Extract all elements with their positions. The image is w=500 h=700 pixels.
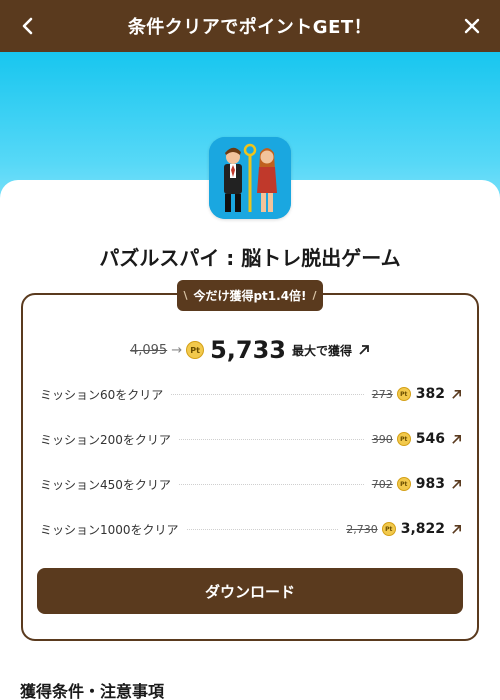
- dotted-leader: [171, 393, 364, 395]
- dotted-leader: [186, 528, 339, 530]
- arrow-up-right-icon[interactable]: [451, 434, 462, 445]
- dotted-leader: [178, 438, 364, 440]
- point-coin-icon: Pt: [396, 387, 411, 401]
- total-new-points: 5,733: [210, 336, 287, 364]
- list-item[interactable]: ミッション200をクリア 390 Pt 546: [40, 429, 462, 449]
- download-button[interactable]: ダウンロード: [37, 568, 463, 614]
- total-suffix: 最大で獲得: [292, 343, 353, 358]
- list-item[interactable]: ミッション60をクリア 273 Pt 382: [40, 384, 462, 404]
- total-points-row: 4,095 → Pt 5,733 最大で獲得: [0, 336, 500, 364]
- mission-old-points: 702: [371, 477, 393, 491]
- point-coin-icon: Pt: [381, 522, 396, 536]
- mission-new-points: 3,822: [400, 521, 445, 537]
- mission-label: ミッション60をクリア: [40, 387, 164, 402]
- mission-label: ミッション450をクリア: [40, 477, 171, 492]
- mission-label: ミッション200をクリア: [40, 432, 171, 447]
- close-icon: [464, 18, 480, 34]
- mission-new-points: 983: [415, 476, 445, 492]
- back-button[interactable]: [14, 12, 42, 40]
- mission-old-points: 273: [371, 387, 393, 401]
- arrow-up-right-icon[interactable]: [451, 479, 462, 490]
- conditions-section-title: 獲得条件・注意事項: [20, 682, 165, 700]
- page-title: 条件クリアでポイントGET！: [127, 17, 373, 38]
- close-button[interactable]: [458, 12, 486, 40]
- total-old-points: 4,095: [129, 342, 168, 358]
- app-icon: [209, 137, 291, 219]
- top-bar: 条件クリアでポイントGET！: [0, 0, 500, 52]
- arrow-right-icon: →: [171, 342, 183, 358]
- bonus-badge: \ 今だけ獲得pt1.4倍! /: [177, 280, 323, 311]
- list-item[interactable]: ミッション450をクリア 702 Pt 983: [40, 474, 462, 494]
- arrow-up-right-icon[interactable]: [451, 389, 462, 400]
- list-item[interactable]: ミッション1000をクリア 2,730 Pt 3,822: [40, 519, 462, 539]
- mission-old-points: 2,730: [346, 522, 378, 536]
- chevron-left-icon: [22, 17, 33, 35]
- dotted-leader: [178, 483, 364, 485]
- arrow-up-right-icon[interactable]: [451, 524, 462, 535]
- mission-new-points: 546: [415, 431, 445, 447]
- mission-label: ミッション1000をクリア: [40, 522, 179, 537]
- point-coin-icon: Pt: [396, 432, 411, 446]
- app-name: パズルスパイ : 脳トレ脱出ゲーム: [99, 246, 401, 270]
- bonus-badge-text: 今だけ獲得pt1.4倍!: [193, 289, 307, 303]
- app-artwork-image: [209, 137, 291, 219]
- mission-old-points: 390: [371, 432, 393, 446]
- point-coin-icon: Pt: [396, 477, 411, 491]
- mission-new-points: 382: [415, 386, 445, 402]
- point-coin-icon: Pt: [186, 341, 205, 359]
- arrow-up-right-icon[interactable]: [358, 341, 370, 360]
